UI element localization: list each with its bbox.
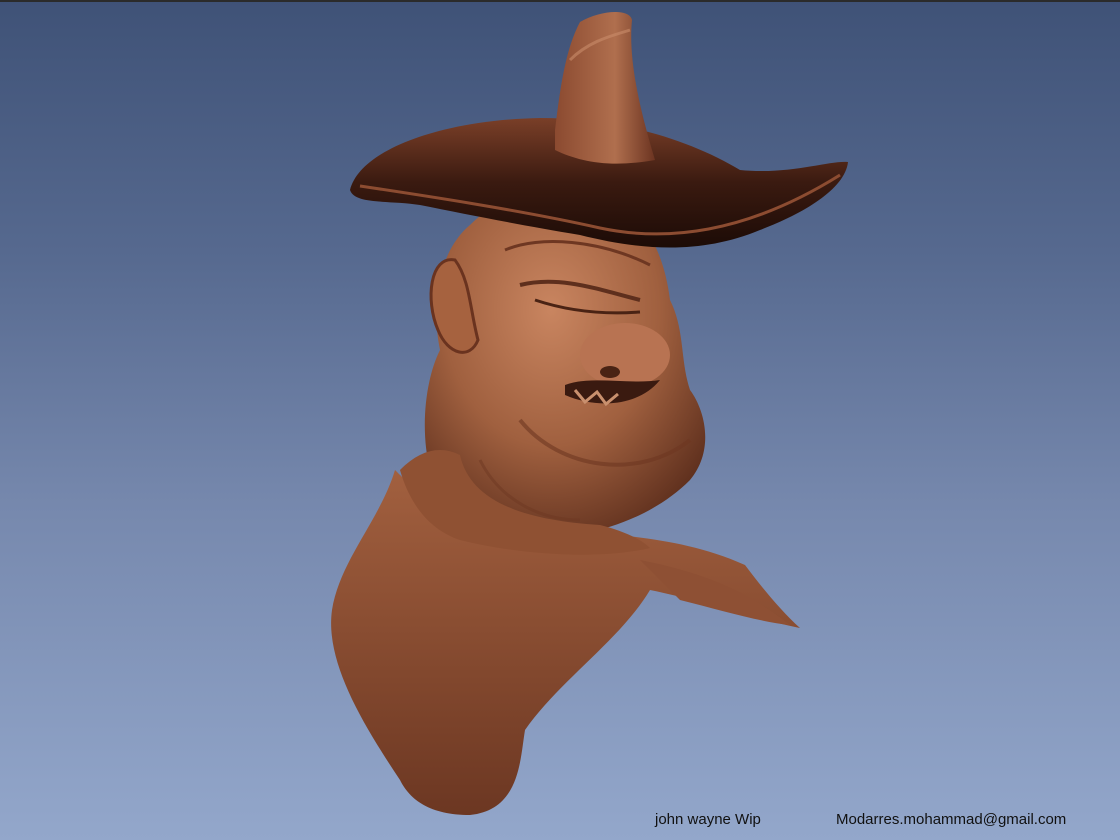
sculpt-render — [331, 11, 848, 815]
hat-crown — [555, 11, 655, 164]
caption-title: john wayne Wip — [655, 811, 761, 828]
caption-email: Modarres.mohammad@gmail.com — [836, 811, 1067, 828]
nose — [580, 323, 670, 387]
